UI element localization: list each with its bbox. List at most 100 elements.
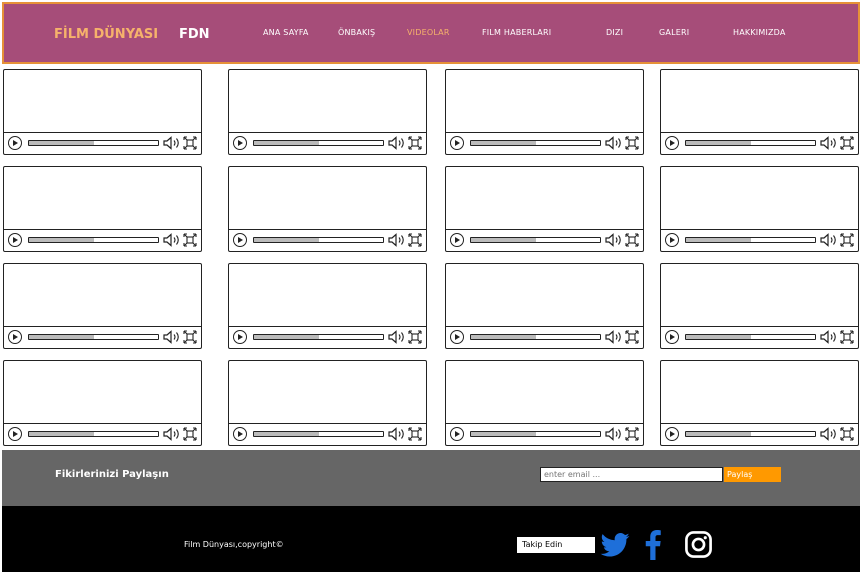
volume-icon[interactable]: [388, 427, 406, 441]
twitter-icon[interactable]: [600, 533, 630, 561]
volume-icon[interactable]: [820, 330, 838, 344]
play-icon[interactable]: [233, 233, 247, 247]
brand-name[interactable]: FİLM DÜNYASI: [54, 27, 158, 42]
progress-bar[interactable]: [470, 140, 601, 146]
nav-item-galeri[interactable]: GALERI: [659, 28, 689, 37]
video-player[interactable]: [3, 263, 202, 349]
progress-bar[interactable]: [253, 334, 384, 340]
nav-item-hakkimizda[interactable]: HAKKIMIZDA: [733, 28, 786, 37]
video-player[interactable]: [3, 69, 202, 155]
facebook-icon[interactable]: [645, 530, 661, 564]
volume-icon[interactable]: [605, 233, 623, 247]
volume-icon[interactable]: [605, 330, 623, 344]
fullscreen-icon[interactable]: [625, 136, 639, 150]
fullscreen-icon[interactable]: [408, 233, 422, 247]
volume-icon[interactable]: [163, 427, 181, 441]
fullscreen-icon[interactable]: [183, 330, 197, 344]
video-screen[interactable]: [446, 167, 643, 229]
video-screen[interactable]: [446, 264, 643, 326]
instagram-icon[interactable]: [684, 530, 713, 563]
fullscreen-icon[interactable]: [840, 136, 854, 150]
video-screen[interactable]: [661, 361, 858, 423]
progress-bar[interactable]: [685, 431, 816, 437]
volume-icon[interactable]: [820, 427, 838, 441]
fullscreen-icon[interactable]: [183, 136, 197, 150]
fullscreen-icon[interactable]: [183, 233, 197, 247]
fullscreen-icon[interactable]: [625, 330, 639, 344]
video-player[interactable]: [228, 263, 427, 349]
video-player[interactable]: [3, 166, 202, 252]
video-screen[interactable]: [4, 70, 201, 132]
fullscreen-icon[interactable]: [840, 233, 854, 247]
progress-bar[interactable]: [253, 140, 384, 146]
video-screen[interactable]: [4, 167, 201, 229]
progress-bar[interactable]: [685, 334, 816, 340]
video-screen[interactable]: [661, 264, 858, 326]
volume-icon[interactable]: [163, 330, 181, 344]
play-icon[interactable]: [8, 330, 22, 344]
video-screen[interactable]: [4, 264, 201, 326]
progress-bar[interactable]: [28, 237, 159, 243]
video-screen[interactable]: [446, 70, 643, 132]
fullscreen-icon[interactable]: [625, 233, 639, 247]
progress-bar[interactable]: [685, 140, 816, 146]
progress-bar[interactable]: [470, 237, 601, 243]
fullscreen-icon[interactable]: [408, 136, 422, 150]
volume-icon[interactable]: [388, 233, 406, 247]
video-screen[interactable]: [229, 361, 426, 423]
play-icon[interactable]: [665, 233, 679, 247]
nav-item-onbakis[interactable]: ÖNBAKIŞ: [338, 28, 375, 37]
follow-label[interactable]: Takip Edin: [517, 537, 595, 553]
play-icon[interactable]: [233, 427, 247, 441]
video-player[interactable]: [228, 69, 427, 155]
volume-icon[interactable]: [388, 330, 406, 344]
fullscreen-icon[interactable]: [625, 427, 639, 441]
play-icon[interactable]: [450, 136, 464, 150]
video-player[interactable]: [445, 360, 644, 446]
progress-bar[interactable]: [28, 431, 159, 437]
nav-item-videolar[interactable]: VIDEOLAR: [407, 28, 450, 37]
fullscreen-icon[interactable]: [408, 427, 422, 441]
video-screen[interactable]: [229, 167, 426, 229]
fullscreen-icon[interactable]: [840, 427, 854, 441]
video-player[interactable]: [3, 360, 202, 446]
volume-icon[interactable]: [388, 136, 406, 150]
video-player[interactable]: [660, 360, 859, 446]
nav-item-ana-sayfa[interactable]: ANA SAYFA: [263, 28, 309, 37]
nav-item-film-haberlari[interactable]: FILM HABERLARI: [482, 28, 551, 37]
progress-bar[interactable]: [470, 334, 601, 340]
progress-bar[interactable]: [28, 334, 159, 340]
play-icon[interactable]: [665, 136, 679, 150]
play-icon[interactable]: [450, 233, 464, 247]
video-screen[interactable]: [229, 70, 426, 132]
nav-item-dizi[interactable]: DIZI: [606, 28, 623, 37]
share-button[interactable]: Paylaş: [724, 467, 781, 482]
volume-icon[interactable]: [605, 136, 623, 150]
play-icon[interactable]: [665, 427, 679, 441]
volume-icon[interactable]: [163, 233, 181, 247]
video-player[interactable]: [660, 166, 859, 252]
video-player[interactable]: [445, 69, 644, 155]
video-screen[interactable]: [661, 167, 858, 229]
play-icon[interactable]: [233, 136, 247, 150]
play-icon[interactable]: [450, 427, 464, 441]
play-icon[interactable]: [233, 330, 247, 344]
play-icon[interactable]: [450, 330, 464, 344]
play-icon[interactable]: [8, 136, 22, 150]
progress-bar[interactable]: [685, 237, 816, 243]
play-icon[interactable]: [8, 427, 22, 441]
video-screen[interactable]: [229, 264, 426, 326]
video-player[interactable]: [660, 263, 859, 349]
progress-bar[interactable]: [28, 140, 159, 146]
volume-icon[interactable]: [605, 427, 623, 441]
video-screen[interactable]: [661, 70, 858, 132]
fullscreen-icon[interactable]: [408, 330, 422, 344]
volume-icon[interactable]: [820, 233, 838, 247]
volume-icon[interactable]: [163, 136, 181, 150]
fullscreen-icon[interactable]: [183, 427, 197, 441]
play-icon[interactable]: [665, 330, 679, 344]
video-player[interactable]: [228, 360, 427, 446]
email-input[interactable]: [540, 467, 723, 482]
progress-bar[interactable]: [470, 431, 601, 437]
fullscreen-icon[interactable]: [840, 330, 854, 344]
